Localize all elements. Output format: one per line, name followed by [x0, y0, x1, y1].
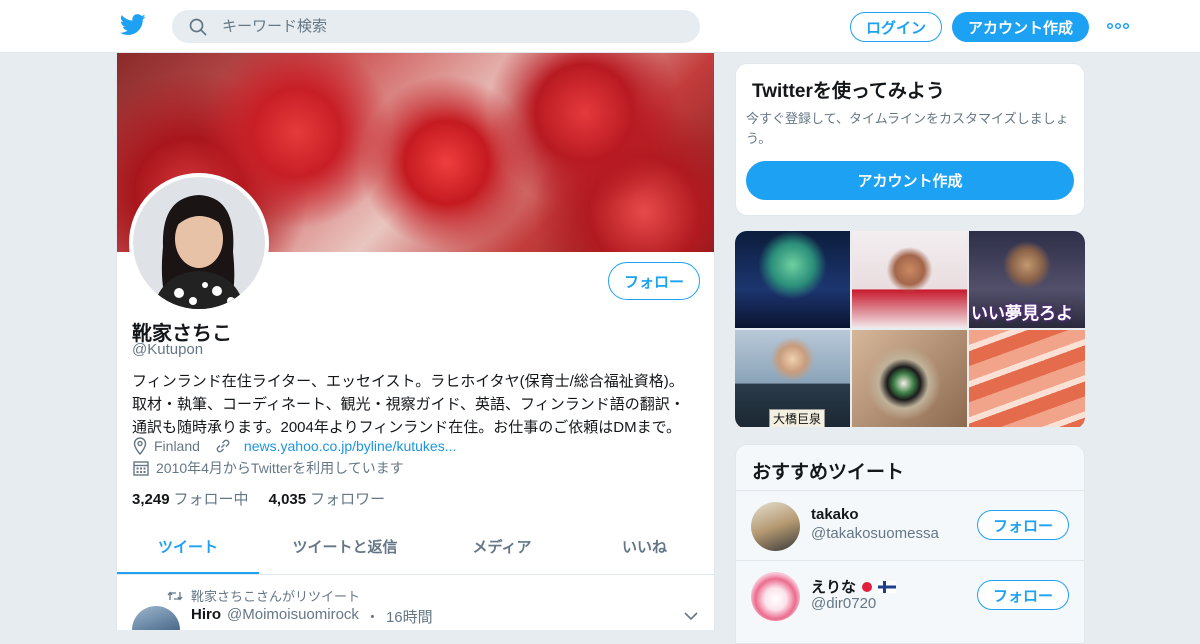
- recommended-user-handle[interactable]: @dir0720: [811, 595, 876, 612]
- retweet-context: 靴家さちこさんがリツイート: [167, 586, 360, 605]
- japan-flag-icon: [862, 581, 873, 592]
- tweet-separator: ・: [364, 609, 380, 626]
- chevron-down-icon[interactable]: [683, 611, 699, 621]
- signup-prompt-subtitle: 今すぐ登録して、タイムラインをカスタマイズしましょう。: [746, 111, 1069, 146]
- profile-column: フォロー 靴家さちこ @Kutupon フィンランド在住ライター、エッセイスト。…: [116, 53, 715, 630]
- media-thumbnail[interactable]: [852, 231, 967, 328]
- follow-button[interactable]: フォロー: [977, 510, 1069, 540]
- tab-tweets[interactable]: ツイート: [117, 523, 259, 574]
- recommended-user-handle[interactable]: @takakosuomessa: [811, 525, 939, 542]
- recommended-title: おすすめツイート: [752, 462, 905, 483]
- tweet-author-name[interactable]: Hiro: [191, 606, 221, 627]
- twitter-logo-icon[interactable]: [120, 14, 146, 36]
- media-thumbnail[interactable]: [969, 330, 1085, 427]
- tweet-author-handle[interactable]: @Moimoisuomirock: [227, 606, 359, 627]
- profile-bio: フィンランド在住ライター、エッセイスト。ラヒホイタヤ(保育士/総合福祉資格)。 …: [132, 370, 702, 439]
- search-icon: [189, 18, 207, 36]
- search-input[interactable]: [222, 15, 682, 38]
- login-button[interactable]: ログイン: [850, 12, 942, 42]
- profile-joined-date: 2010年4月からTwitterを利用しています: [156, 460, 404, 476]
- following-label: フォロー中: [173, 491, 249, 508]
- media-thumbnail[interactable]: 大橋巨泉: [735, 330, 850, 427]
- media-overlay-text: いい夢見ろよ: [971, 304, 1073, 323]
- tweet-author-avatar[interactable]: [132, 606, 180, 630]
- recommended-user[interactable]: takako @takakosuomessa フォロー: [736, 490, 1084, 560]
- tweet-time[interactable]: 16時間: [386, 606, 433, 627]
- retweet-note: 靴家さちこさんがリツイート: [191, 589, 361, 604]
- bio-line: 通訳も随時承ります。2004年よりフィンランド在住。お仕事のご依頼はDMまで。: [132, 419, 682, 436]
- avatar[interactable]: [751, 502, 800, 551]
- media-thumbnail[interactable]: いい夢見ろよ: [969, 231, 1085, 328]
- link-icon: [216, 439, 230, 453]
- media-thumbnail[interactable]: [735, 231, 850, 328]
- recommended-user-name-text: えりな: [811, 579, 857, 596]
- signup-prompt-button[interactable]: アカウント作成: [746, 161, 1074, 200]
- avatar[interactable]: [751, 572, 800, 621]
- profile-location: Finland: [154, 438, 200, 454]
- search-box[interactable]: [172, 10, 700, 43]
- signup-prompt-card: Twitterを使ってみよう 今すぐ登録して、タイムラインをカスタマイズしましょ…: [735, 63, 1085, 216]
- followers-label: フォロワー: [310, 491, 386, 508]
- tab-media[interactable]: メディア: [431, 523, 573, 574]
- followers-count: 4,035: [268, 491, 307, 508]
- profile-stats: 3,249 フォロー中 4,035 フォロワー: [132, 488, 385, 509]
- tab-likes[interactable]: いいね: [573, 523, 714, 574]
- media-thumbnail[interactable]: [852, 330, 967, 427]
- following-stat[interactable]: 3,249 フォロー中: [132, 488, 249, 509]
- profile-tabs: ツイート ツイートと返信 メディア いいね: [117, 523, 714, 575]
- profile-joined-row: 2010年4月からTwitterを利用しています: [132, 458, 404, 478]
- bio-line: 取材・執筆、コーディネート、観光・視察ガイド、英語、フィンランド語の翻訳・: [132, 396, 685, 413]
- signup-prompt-title: Twitterを使ってみよう: [752, 81, 945, 102]
- recommended-user[interactable]: えりな @dir0720 フォロー: [736, 560, 1084, 630]
- recommended-user-name[interactable]: takako: [811, 506, 859, 523]
- profile-link[interactable]: news.yahoo.co.jp/byline/kutukes...: [244, 438, 456, 454]
- profile-handle: @Kutupon: [132, 341, 204, 358]
- finland-flag-icon: [878, 580, 897, 593]
- media-caption: 大橋巨泉: [769, 409, 826, 427]
- profile-location-row: Finland news.yahoo.co.jp/byline/kutukes.…: [132, 437, 456, 455]
- bio-line: フィンランド在住ライター、エッセイスト。ラヒホイタヤ(保育士/総合福祉資格)。: [132, 373, 684, 390]
- tab-tweets-and-replies[interactable]: ツイートと返信: [259, 523, 431, 574]
- recommended-user-name-text: takako: [811, 506, 859, 523]
- retweet-icon: [167, 590, 183, 601]
- recommended-tweets-card: おすすめツイート takako @takakosuomessa フォロー えりな…: [735, 444, 1085, 644]
- follow-button[interactable]: フォロー: [608, 262, 700, 300]
- media-grid: いい夢見ろよ 大橋巨泉: [735, 231, 1085, 429]
- top-bar: ログイン アカウント作成: [0, 0, 1200, 53]
- calendar-icon: [133, 461, 149, 476]
- tweet-header: Hiro @Moimoisuomirock ・ 16時間: [191, 606, 433, 627]
- location-pin-icon: [133, 437, 147, 455]
- recommended-user-name[interactable]: えりな: [811, 576, 897, 597]
- follow-button[interactable]: フォロー: [977, 580, 1069, 610]
- signup-button[interactable]: アカウント作成: [952, 12, 1089, 42]
- followers-stat[interactable]: 4,035 フォロワー: [269, 488, 386, 509]
- more-options-icon[interactable]: [1107, 22, 1129, 30]
- following-count: 3,249: [132, 491, 170, 508]
- profile-avatar[interactable]: [129, 173, 269, 313]
